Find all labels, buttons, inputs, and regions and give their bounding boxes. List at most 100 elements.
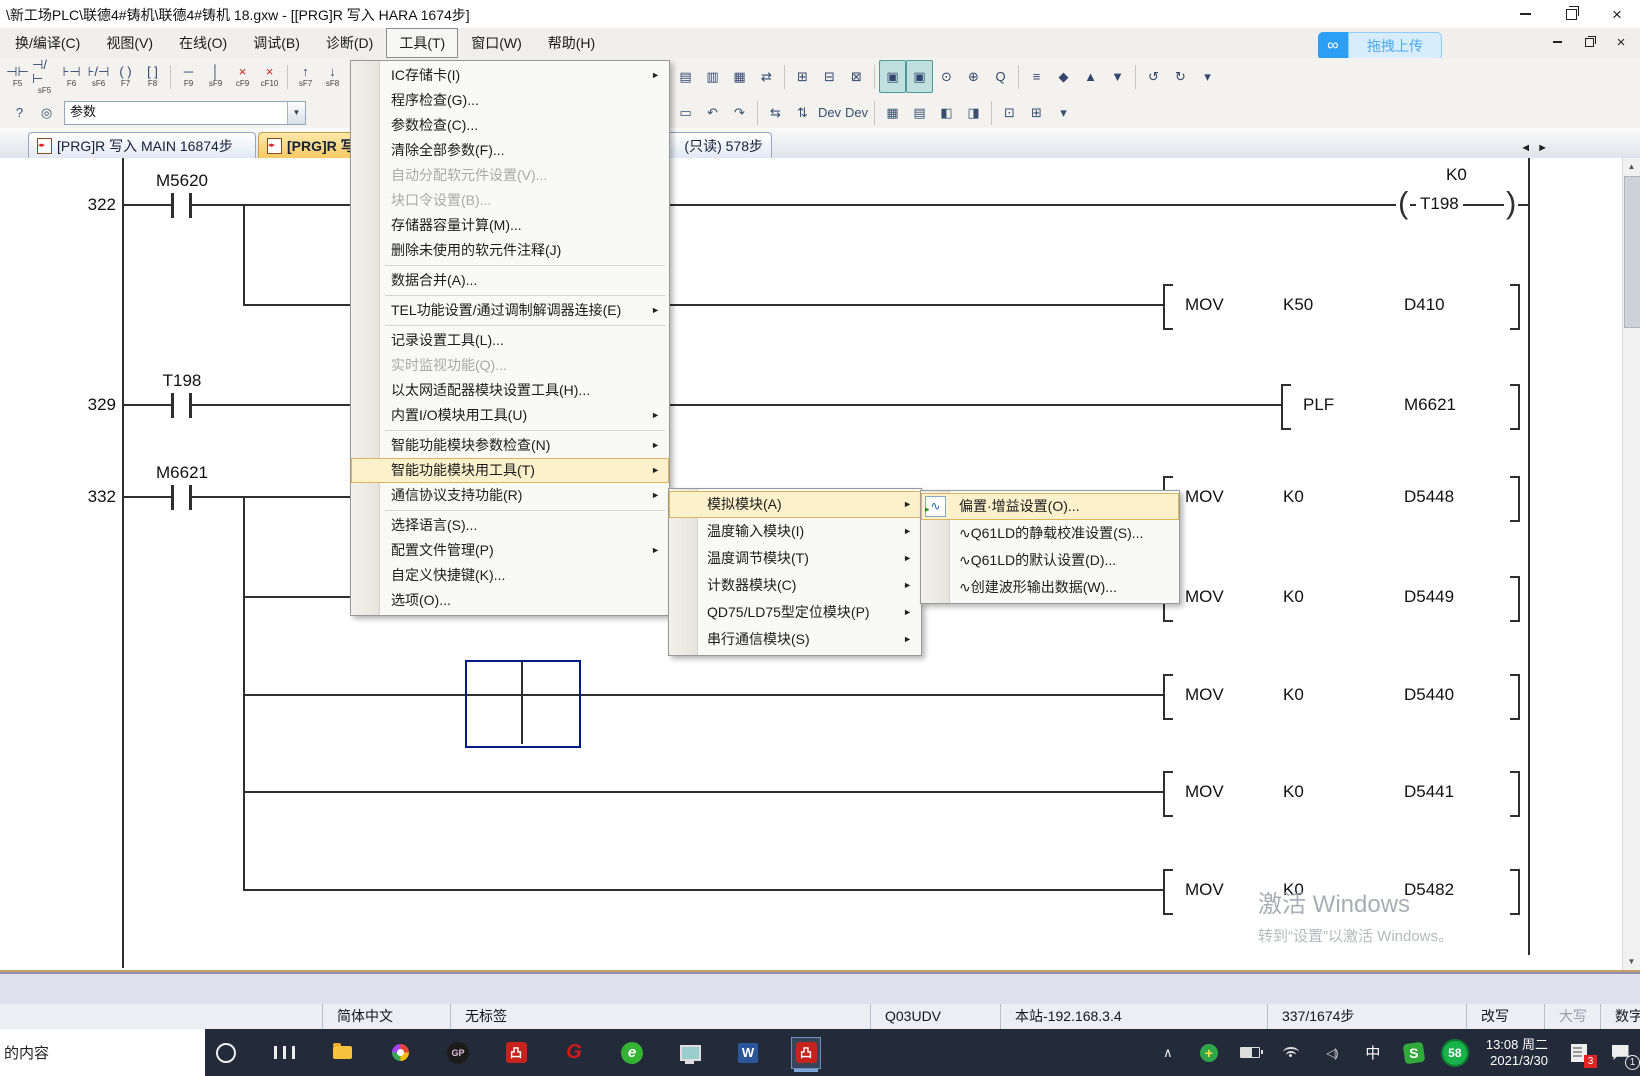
menu-item-memory-capacity[interactable]: 存储器容量计算(M)... xyxy=(351,213,669,238)
intelligent-module-monitor-icon[interactable]: ⊡ xyxy=(996,98,1023,127)
toolbar-button[interactable] xyxy=(870,98,879,127)
device-manager-icon[interactable] xyxy=(676,1038,704,1068)
tab-scroll-right-icon[interactable]: ► xyxy=(1537,142,1548,154)
horizontal-line-button[interactable]: ─F9 xyxy=(175,60,202,93)
submenu-item-serial-comm-module[interactable]: 串行通信模块(S) xyxy=(669,626,921,653)
read-from-plc-icon[interactable]: ⇆ xyxy=(762,98,789,127)
word-icon[interactable]: W xyxy=(734,1038,762,1068)
application-instruction-button[interactable]: [ ]F8 xyxy=(139,60,166,93)
submenu-item-temp-input-module[interactable]: 温度输入模块(I) xyxy=(669,518,921,545)
vertical-line-button[interactable]: │sF9 xyxy=(202,60,229,93)
scroll-up-icon[interactable]: ▲ xyxy=(1623,158,1640,175)
monitor-mode-icon[interactable]: ▣ xyxy=(879,60,906,93)
redo-icon[interactable]: ↻ xyxy=(1167,60,1194,93)
browser-icon[interactable] xyxy=(386,1038,414,1068)
toolbar-button[interactable] xyxy=(166,60,175,93)
submenu-item-q61ld-static-calibration[interactable]: ∿Q61LD的静载校准设置(S)... xyxy=(921,520,1179,547)
menu-debug[interactable]: 调试(B) xyxy=(240,28,313,58)
menu-item-intelligent-param-check[interactable]: 智能功能模块参数检查(N) xyxy=(351,433,669,458)
scroll-down-icon[interactable]: ▼ xyxy=(1623,953,1640,970)
redo-step-icon[interactable]: ↷ xyxy=(726,98,753,127)
minimize-icon[interactable] xyxy=(1502,0,1548,28)
device-find-icon[interactable]: ◎ xyxy=(33,98,60,127)
taskbar-clock[interactable]: 13:08 周二 2021/3/30 xyxy=(1486,1037,1548,1069)
toolbar-button[interactable] xyxy=(870,60,879,93)
file-explorer-icon[interactable] xyxy=(328,1038,356,1068)
tab-main-program[interactable]: [PRG]R 写入 MAIN 16874步 xyxy=(28,132,256,158)
close-icon[interactable]: × xyxy=(1594,0,1640,28)
menu-diagnostics[interactable]: 诊断(D) xyxy=(313,28,386,58)
menu-tools[interactable]: 工具(T) xyxy=(386,28,458,58)
mdi-minimize-icon[interactable] xyxy=(1546,32,1568,52)
submenu-item-create-wave-output[interactable]: ∿创建波形输出数据(W)... xyxy=(921,574,1179,601)
menu-help[interactable]: 帮助(H) xyxy=(535,28,608,58)
note-icon[interactable]: ◆ xyxy=(1050,60,1077,93)
restore-icon[interactable] xyxy=(1548,0,1594,28)
menu-item-program-check[interactable]: 程序检查(G)... xyxy=(351,88,669,113)
closed-branch-button[interactable]: ⊦/⊣sF6 xyxy=(85,60,112,93)
open-contact-button[interactable]: ⊣⊢F5 xyxy=(4,60,31,93)
menu-item-logging-tool[interactable]: 记录设置工具(L)... xyxy=(351,328,669,353)
gp-app-icon[interactable]: GP xyxy=(444,1038,472,1068)
menu-view[interactable]: 视图(V) xyxy=(93,28,166,58)
find-icon[interactable]: ⊙ xyxy=(933,60,960,93)
submenu-item-analog-module[interactable]: 模拟模块(A) xyxy=(669,491,921,518)
mdi-close-icon[interactable]: × xyxy=(1610,32,1632,52)
menu-item-intelligent-module-tool[interactable]: 智能功能模块用工具(T) xyxy=(351,458,669,483)
menu-item-language-select[interactable]: 选择语言(S)... xyxy=(351,513,669,538)
chevron-down-icon[interactable]: ▼ xyxy=(287,102,305,124)
device-down-icon[interactable]: ▼ xyxy=(1104,60,1131,93)
new-window-icon[interactable]: ▭ xyxy=(672,98,699,127)
write-to-plc-icon[interactable]: ⇅ xyxy=(789,98,816,127)
vertical-scrollbar[interactable]: ▲ ▼ xyxy=(1622,158,1640,970)
pulse-down-button[interactable]: ↓sF8 xyxy=(319,60,346,93)
menu-compile[interactable]: 换/编译(C) xyxy=(2,28,93,58)
volume-icon[interactable]: ◁) xyxy=(1318,1038,1346,1068)
program-list-icon[interactable]: ◨ xyxy=(960,98,987,127)
submenu-item-offset-gain-setting[interactable]: ∿偏置·增益设置(O)... xyxy=(921,493,1179,520)
scrollbar-thumb[interactable] xyxy=(1624,176,1640,328)
swap-window-icon[interactable]: ⇄ xyxy=(753,60,780,93)
comment-display-icon[interactable]: ▦ xyxy=(726,60,753,93)
device-list-icon[interactable]: ▤ xyxy=(906,98,933,127)
menu-item-auto-device-assign[interactable]: 自动分配软元件设置(V)... xyxy=(351,163,669,188)
menu-item-ic-memory-card[interactable]: IC存储卡(I) xyxy=(351,63,669,88)
wifi-icon[interactable] xyxy=(1277,1038,1305,1068)
menu-item-customize-keys[interactable]: 自定义快捷键(K)... xyxy=(351,563,669,588)
ladder-view-icon[interactable]: ▤ xyxy=(672,60,699,93)
device-up-icon[interactable]: ▲ xyxy=(1077,60,1104,93)
mdi-restore-icon[interactable] xyxy=(1578,32,1600,52)
antivirus-icon[interactable]: + xyxy=(1195,1038,1223,1068)
insert-row-icon[interactable]: ⊞ xyxy=(789,60,816,93)
menu-item-block-password[interactable]: 块口令设置(B)... xyxy=(351,188,669,213)
toolbar-button[interactable] xyxy=(987,98,996,127)
zoom-icon[interactable]: Q xyxy=(987,60,1014,93)
menu-item-protocol-support[interactable]: 通信协议支持功能(R) xyxy=(351,483,669,508)
menu-online[interactable]: 在线(O) xyxy=(166,28,240,58)
g-app-icon[interactable]: G xyxy=(560,1038,588,1068)
menu-item-builtin-io-tool[interactable]: 内置I/O模块用工具(U) xyxy=(351,403,669,428)
toolbar-button[interactable] xyxy=(753,98,762,127)
menu-window[interactable]: 窗口(W) xyxy=(458,28,535,58)
menu-item-clear-all-parameters[interactable]: 清除全部参数(F)... xyxy=(351,138,669,163)
toolbar-button[interactable] xyxy=(1014,60,1023,93)
netdisk-upload-widget[interactable]: ∞ 拖拽上传 xyxy=(1318,32,1442,60)
sogou-icon[interactable]: S xyxy=(1400,1038,1428,1068)
help-icon[interactable]: ? xyxy=(6,98,33,127)
menu-item-data-merge[interactable]: 数据合并(A)... xyxy=(351,268,669,293)
toolbar2-overflow-icon[interactable]: ▾ xyxy=(1050,98,1077,127)
undo-step-icon[interactable]: ↶ xyxy=(699,98,726,127)
ladder-cursor[interactable] xyxy=(465,660,581,748)
device-batch-monitor-icon[interactable]: Dev xyxy=(843,98,870,127)
ie-icon[interactable]: e xyxy=(618,1038,646,1068)
gxworks-active-icon[interactable]: 凸 xyxy=(792,1038,820,1068)
plc-app-icon[interactable]: 凸 xyxy=(502,1038,530,1068)
menu-item-delete-unused-comments[interactable]: 删除未使用的软元件注释(J) xyxy=(351,238,669,263)
sampling-trace-icon[interactable]: ◧ xyxy=(933,98,960,127)
ime-chinese-icon[interactable]: 中 xyxy=(1359,1038,1387,1068)
notification-center-icon[interactable]: 1 xyxy=(1606,1038,1634,1068)
device-search-combobox[interactable]: 参数 ▼ xyxy=(64,101,306,125)
mail-badge-icon[interactable]: 3 xyxy=(1565,1038,1593,1068)
cross-reference-icon[interactable]: ▦ xyxy=(879,98,906,127)
toolbar-button[interactable] xyxy=(780,60,789,93)
